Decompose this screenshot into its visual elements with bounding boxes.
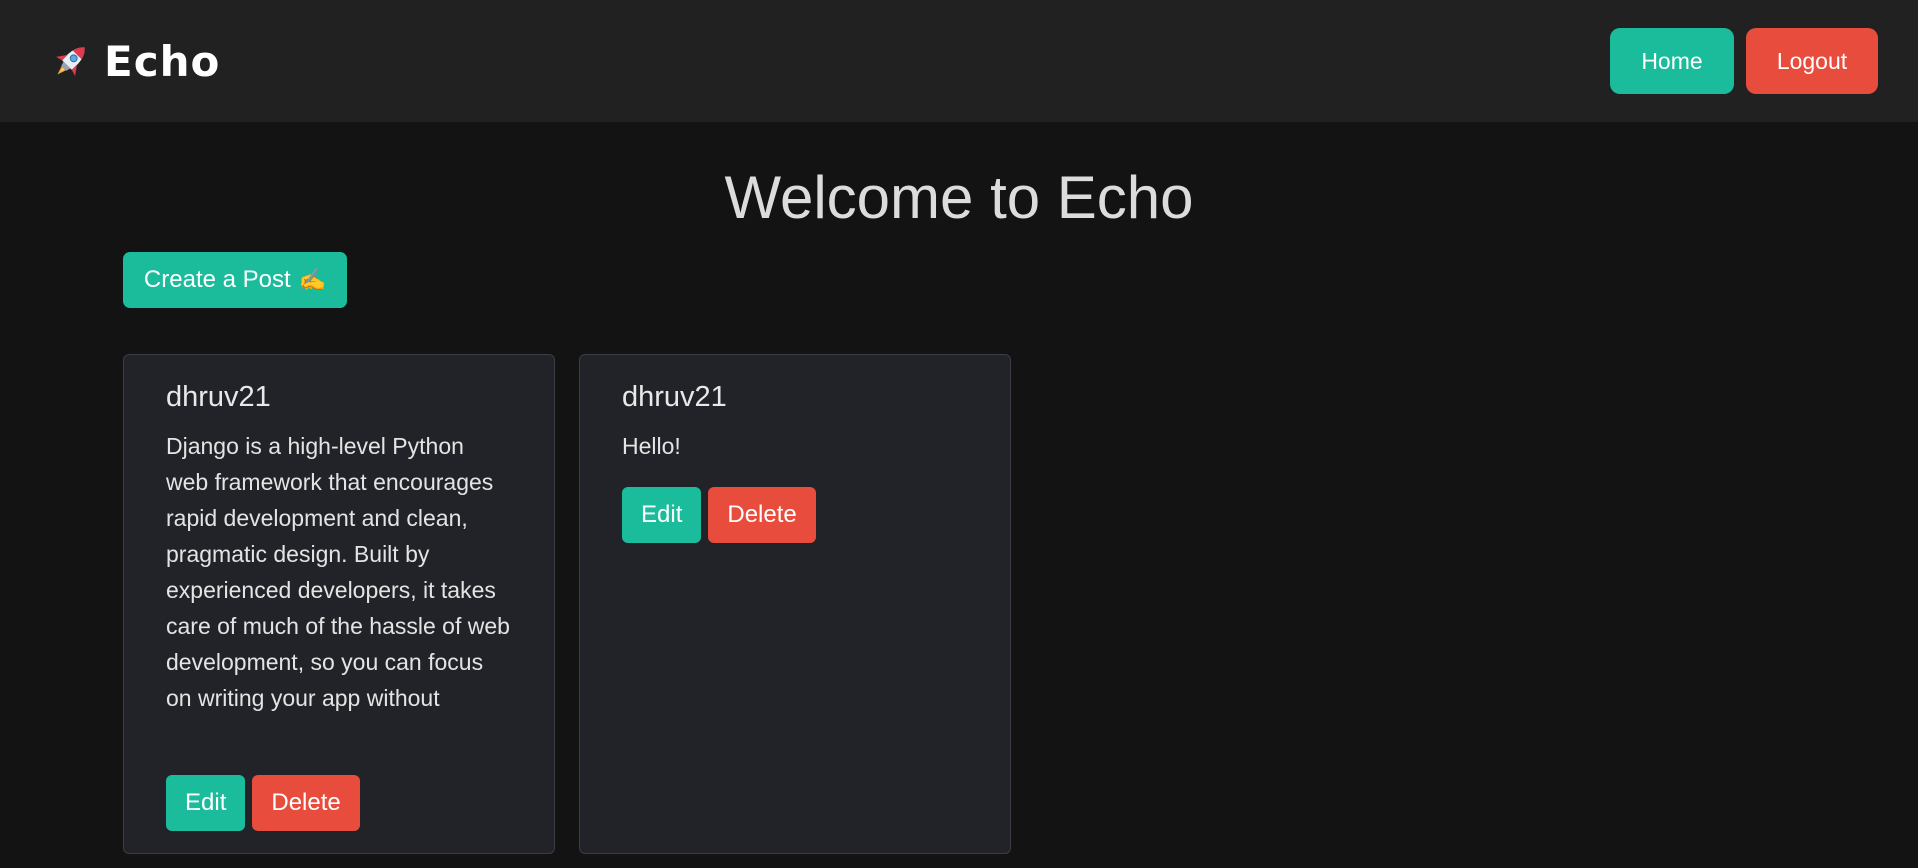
create-post-label: Create a Post (143, 266, 291, 293)
post-author: dhruv21 (622, 381, 727, 413)
delete-button[interactable]: Delete (252, 775, 360, 831)
rocket-icon (56, 47, 85, 76)
nav-actions: Home Logout (1610, 28, 1878, 94)
edit-button[interactable]: Edit (166, 775, 246, 831)
post-content: Hello! (622, 433, 681, 459)
navbar: Echo Home Logout (0, 0, 1918, 122)
post-content: Django is a high-level Python web framew… (166, 433, 510, 711)
edit-button[interactable]: Edit (622, 487, 702, 543)
delete-button[interactable]: Delete (708, 487, 816, 543)
post-actions: Edit Delete (622, 487, 968, 543)
logout-button[interactable]: Logout (1746, 28, 1878, 94)
post-author: dhruv21 (166, 381, 271, 413)
post-card: dhruv21 Django is a high-level Python we… (123, 354, 555, 854)
page-title: Welcome to Echo (724, 164, 1194, 231)
home-button[interactable]: Home (1610, 28, 1734, 94)
writing-hand-icon: ✍️ (298, 267, 327, 292)
brand[interactable]: Echo (48, 37, 220, 86)
create-post-button[interactable]: Create a Post ✍️ (123, 252, 347, 308)
post-actions: Edit Delete (166, 775, 360, 831)
post-card: dhruv21 Hello! Edit Delete (579, 354, 1011, 854)
brand-name: Echo (104, 36, 221, 86)
